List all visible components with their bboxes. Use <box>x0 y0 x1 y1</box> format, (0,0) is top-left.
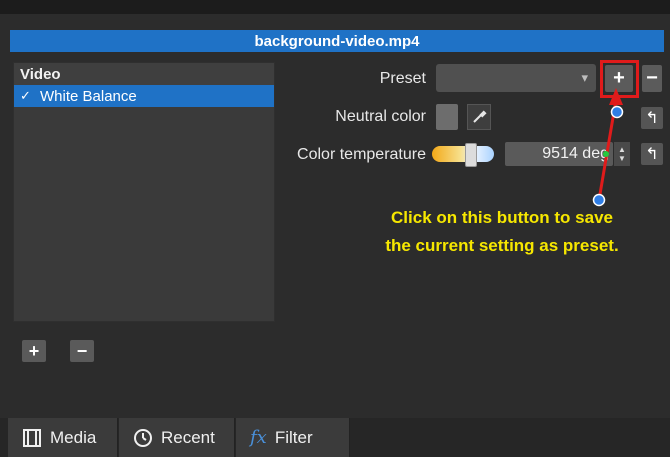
annotation-line-2: the current setting as preset. <box>385 236 619 255</box>
annotation-line-1: Click on this button to save <box>391 208 613 227</box>
clock-icon <box>134 428 152 447</box>
tab-media-label: Media <box>50 427 97 447</box>
film-icon <box>23 428 41 447</box>
fx-icon: fx <box>250 427 267 448</box>
tab-recent[interactable]: Recent <box>119 418 235 457</box>
tab-filter[interactable]: fx Filter <box>236 418 350 457</box>
bottom-tab-bar: Media Recent fx Filter <box>0 418 670 457</box>
tab-filter-label: Filter <box>274 427 313 447</box>
tab-media[interactable]: Media <box>8 418 118 457</box>
filter-app: background-video.mp4 Video ✓ White Balan… <box>0 0 670 457</box>
annotation-text: Click on this button to save the current… <box>352 204 652 260</box>
tab-recent-label: Recent <box>161 427 215 447</box>
